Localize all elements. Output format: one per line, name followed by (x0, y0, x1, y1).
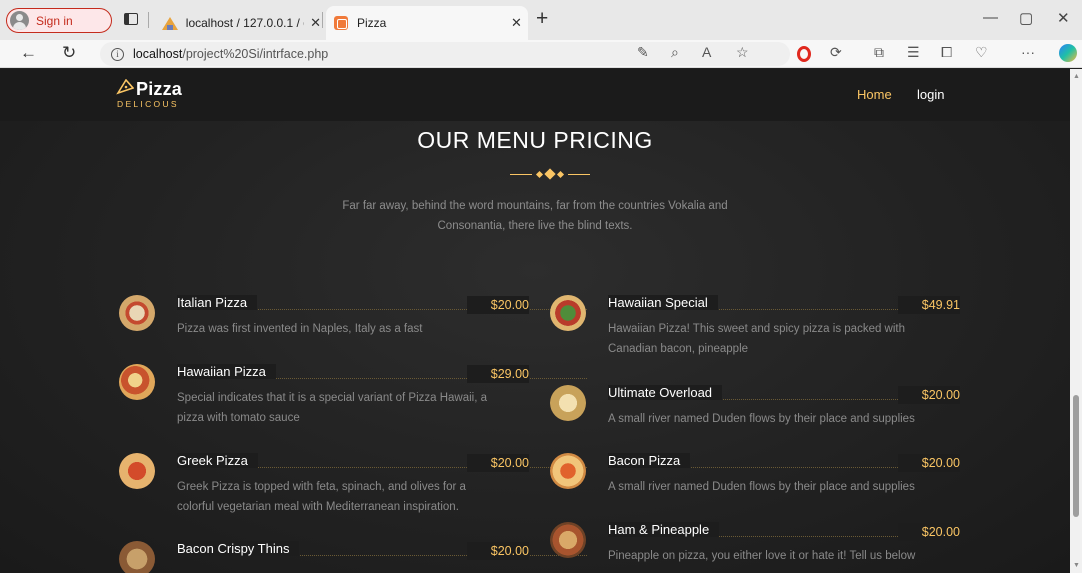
intro-text: Far far away, behind the word mountains,… (300, 196, 770, 236)
description-line: A small river named Duden flows by their… (608, 413, 915, 425)
close-tab-icon[interactable]: ✕ (511, 15, 522, 31)
page-scrollbar[interactable]: ▲ ▼ (1070, 69, 1082, 573)
logo-subtitle: DELICOUS (117, 99, 179, 109)
collections-icon[interactable]: ⧠ (941, 44, 952, 61)
description-line: A small river named Duden flows by their… (608, 481, 915, 493)
pizza-image (550, 522, 586, 558)
site-info-icon[interactable]: i (111, 47, 124, 61)
menu-item-price: $29.00 (467, 365, 529, 383)
menu-item-title: Bacon Pizza (608, 453, 691, 468)
phpmyadmin-favicon-icon (162, 16, 178, 30)
heading-ornament (510, 168, 590, 180)
menu-item-title: Italian Pizza (177, 295, 258, 310)
url-host: localhost (133, 47, 183, 61)
description-line: Canadian bacon, pineapple (608, 343, 749, 355)
url-path: /project%20Si/intrface.php (182, 47, 329, 61)
close-window-icon[interactable]: ✕ (1057, 9, 1070, 27)
intro-line: Consonantia, there live the blind texts. (437, 220, 633, 232)
menu-item-price: $20.00 (898, 386, 960, 404)
menu-item-title: Ham & Pineapple (608, 522, 720, 537)
split-screen-icon[interactable]: ⧉ (874, 44, 884, 61)
menu-item-price: $20.00 (898, 454, 960, 472)
tab-actions-icon[interactable] (124, 13, 138, 25)
menu-item-price: $20.00 (467, 542, 529, 560)
favorites-icon[interactable]: ☰ (907, 44, 920, 61)
tab-separator (322, 12, 323, 28)
menu-item-description: Hawaiian Pizza! This sweet and spicy piz… (608, 319, 988, 359)
close-tab-icon[interactable]: ✕ (310, 15, 321, 31)
menu-item-title: Hawaiian Pizza (177, 364, 276, 379)
menu-item-description: Pizza was first invented in Naples, Ital… (177, 319, 557, 339)
description-line: Pineapple on pizza, you either love it o… (608, 550, 916, 562)
sign-in-label: Sign in (36, 13, 73, 28)
intro-line: Far far away, behind the word mountains,… (342, 200, 728, 212)
description-line: colorful vegetarian meal with Mediterran… (177, 501, 459, 513)
menu-item-price: $20.00 (898, 523, 960, 541)
browser-tab-bar: Sign in localhost / 127.0.0.1 / gestion … (0, 0, 1082, 40)
pizza-image (550, 385, 586, 421)
zoom-icon[interactable]: ⌕ (671, 44, 679, 61)
menu-item-description: Pineapple on pizza, you either love it o… (608, 546, 988, 566)
new-tab-button[interactable]: + (536, 7, 548, 31)
minimize-icon[interactable]: — (983, 9, 998, 26)
pizza-image (119, 295, 155, 331)
pizza-slice-icon (116, 79, 134, 95)
pizza-image (550, 295, 586, 331)
scroll-up-icon[interactable]: ▲ (1073, 73, 1080, 80)
pizza-favicon-icon (334, 16, 348, 30)
menu-item-title: Bacon Crispy Thins (177, 541, 300, 556)
menu-item-description: Greek Pizza is topped with feta, spinach… (177, 477, 557, 517)
back-icon[interactable]: ← (20, 43, 37, 63)
menu-item-price: $20.00 (467, 296, 529, 314)
url-text: localhost/project%20Si/intrface.php (133, 47, 328, 61)
menu-item-title: Ultimate Overload (608, 385, 723, 400)
nav-home-link[interactable]: Home (857, 87, 892, 102)
pen-icon[interactable]: ✎ (637, 44, 649, 61)
menu-item-title: Greek Pizza (177, 453, 258, 468)
performance-icon[interactable]: ♡ (975, 44, 988, 61)
description-line: Pizza was first invented in Naples, Ital… (177, 323, 423, 335)
read-aloud-icon[interactable]: A (702, 44, 711, 60)
address-bar: ← ↻ i localhost/project%20Si/intrface.ph… (0, 40, 1082, 68)
menu-item-description: Special indicates that it is a special v… (177, 388, 557, 428)
more-menu-icon[interactable]: ··· (1021, 44, 1035, 60)
description-line: Hawaiian Pizza! This sweet and spicy piz… (608, 323, 906, 335)
pizza-image (119, 541, 155, 573)
menu-item-description: A small river named Duden flows by their… (608, 477, 988, 497)
nav-login-link[interactable]: login (917, 87, 944, 102)
menu-item-title: Hawaiian Special (608, 295, 718, 310)
pizza-image (119, 453, 155, 489)
page-title: OUR MENU PRICING (417, 127, 653, 153)
refresh-icon[interactable]: ↻ (62, 43, 76, 63)
favorite-star-icon[interactable]: ☆ (736, 44, 749, 61)
description-line: pizza with tomato sauce (177, 412, 300, 424)
pizza-image (550, 453, 586, 489)
tab-pizza[interactable]: Pizza ✕ (326, 6, 528, 40)
opera-extension-icon[interactable] (797, 46, 811, 62)
profile-icon (10, 11, 29, 30)
menu-item-price: $49.91 (898, 296, 960, 314)
tab-title: localhost / 127.0.0.1 / gestion | p (185, 16, 304, 30)
copilot-icon[interactable] (1059, 44, 1077, 62)
restore-icon[interactable]: ▢ (1019, 9, 1033, 27)
menu-item-price: $20.00 (467, 454, 529, 472)
site-navbar: Pizza DELICOUS Home login (0, 69, 1070, 121)
description-line: Special indicates that it is a special v… (177, 392, 488, 404)
url-field[interactable]: i localhost/project%20Si/intrface.php (100, 42, 790, 66)
web-page: Pizza DELICOUS Home login OUR MENU PRICI… (0, 69, 1070, 573)
description-line: Greek Pizza is topped with feta, spinach… (177, 481, 466, 493)
menu-item-description: A small river named Duden flows by their… (608, 409, 988, 429)
tab-separator (148, 12, 149, 28)
sign-in-button[interactable]: Sign in (6, 8, 112, 33)
extension-icon[interactable]: ⟳ (830, 44, 842, 61)
tab-title: Pizza (357, 16, 387, 30)
scroll-down-icon[interactable]: ▼ (1073, 562, 1080, 569)
scrollbar-thumb[interactable] (1073, 395, 1079, 517)
logo-name: Pizza (136, 79, 183, 99)
tab-phpmyadmin[interactable]: localhost / 127.0.0.1 / gestion | p ✕ (156, 6, 321, 40)
pizza-image (119, 364, 155, 400)
